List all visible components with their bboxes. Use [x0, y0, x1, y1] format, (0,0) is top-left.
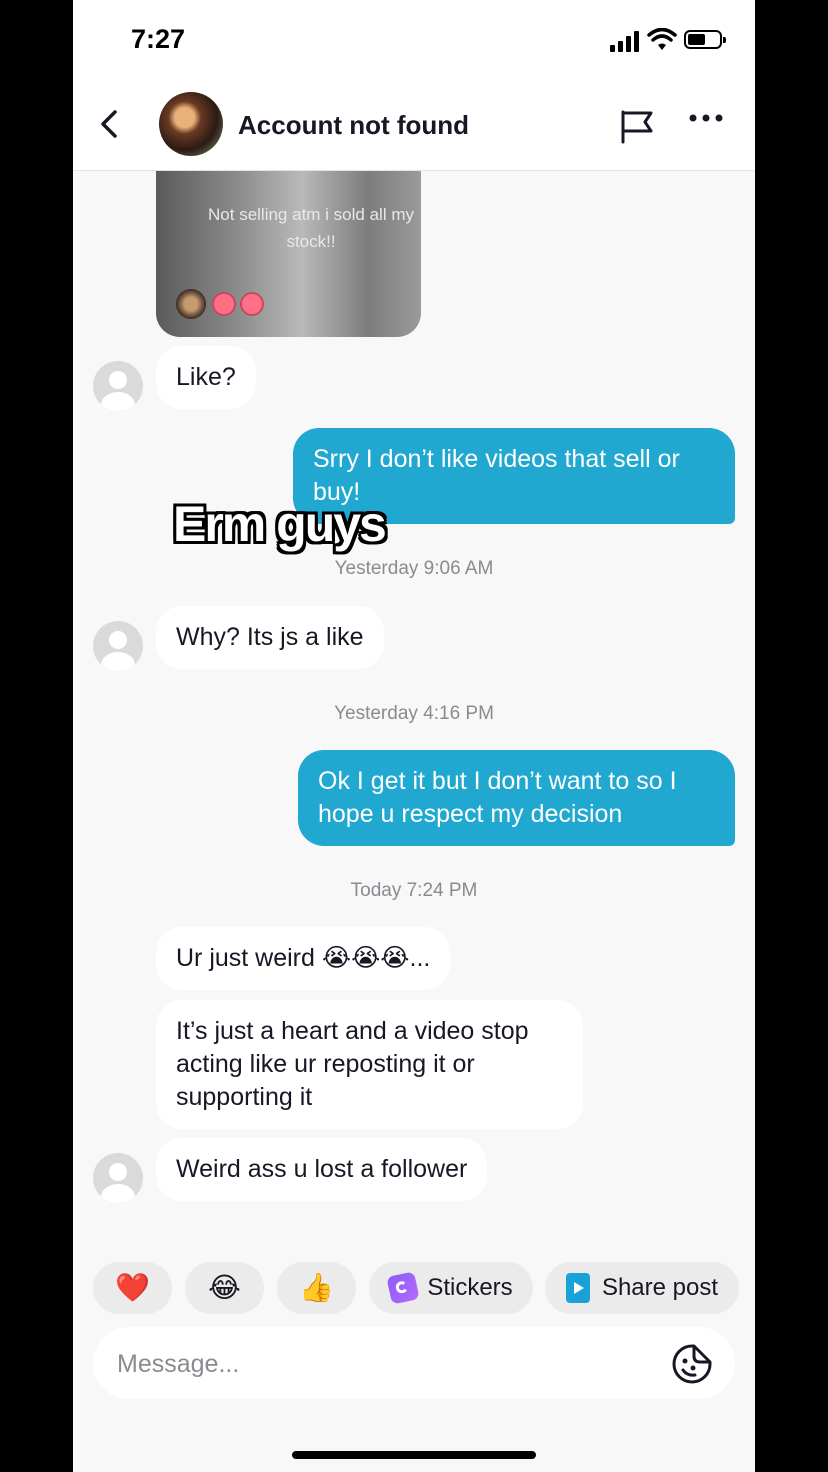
sender-avatar[interactable] [93, 621, 143, 671]
stickers-label: Stickers [427, 1274, 513, 1301]
tongue-emoji-icon [212, 292, 236, 316]
cellular-signal-icon [610, 30, 642, 52]
outgoing-message[interactable]: Ok I get it but I don’t want to so I hop… [298, 750, 735, 846]
incoming-message[interactable]: Weird ass u lost a follower [156, 1138, 488, 1201]
incoming-message[interactable]: Why? Its js a like [156, 606, 384, 669]
stickers-button[interactable]: Stickers [369, 1262, 533, 1314]
video-creator-avatar [176, 289, 206, 319]
report-flag-icon[interactable] [618, 107, 656, 145]
wifi-icon [647, 28, 677, 50]
contact-name[interactable]: Account not found [238, 110, 469, 141]
message-input[interactable] [115, 1341, 659, 1387]
emoji-sticker-icon[interactable] [671, 1343, 713, 1385]
incoming-message[interactable]: Ur just weird 😭😭😭... [156, 927, 451, 990]
sender-avatar[interactable] [93, 1153, 143, 1203]
timestamp: Yesterday 9:06 AM [334, 558, 494, 579]
timestamp: Yesterday 4:16 PM [334, 703, 494, 724]
video-overlay-caption: Erm guys [173, 496, 387, 552]
sticker-icon [386, 1271, 420, 1305]
chat-header: Account not found [73, 80, 755, 171]
incoming-message[interactable]: It’s just a heart and a video stop actin… [156, 1000, 583, 1129]
timestamp: Today 7:24 PM [350, 880, 478, 901]
status-bar: 7:27 [73, 0, 755, 80]
incoming-message[interactable]: Like? [156, 346, 256, 409]
quick-laugh-button[interactable]: 😂 [185, 1262, 264, 1314]
share-post-label: Share post [601, 1274, 719, 1301]
battery-icon [684, 30, 726, 49]
thumbs-up-icon: 👍 [299, 1272, 334, 1303]
share-post-icon [565, 1273, 590, 1303]
share-post-button[interactable]: Share post [545, 1262, 739, 1314]
home-indicator [292, 1451, 536, 1459]
sender-avatar[interactable] [93, 361, 143, 411]
back-arrow-icon[interactable] [97, 106, 123, 142]
tongue-emoji-icon [240, 292, 264, 316]
message-composer [93, 1327, 735, 1399]
status-time: 7:27 [131, 24, 186, 54]
more-options-icon[interactable] [688, 112, 724, 124]
quick-thumbs-up-button[interactable]: 👍 [277, 1262, 356, 1314]
chat-screen: 7:27 Account not found Not selling atm i… [73, 0, 755, 1472]
heart-icon: ❤️ [115, 1272, 150, 1303]
contact-avatar[interactable] [159, 92, 223, 156]
quick-heart-button[interactable]: ❤️ [93, 1262, 172, 1314]
laughing-face-icon: 😂 [208, 1272, 241, 1303]
shared-video-preview[interactable]: Not selling atm i sold all my stock!! [156, 171, 421, 337]
video-caption: Not selling atm i sold all my stock!! [208, 205, 414, 251]
